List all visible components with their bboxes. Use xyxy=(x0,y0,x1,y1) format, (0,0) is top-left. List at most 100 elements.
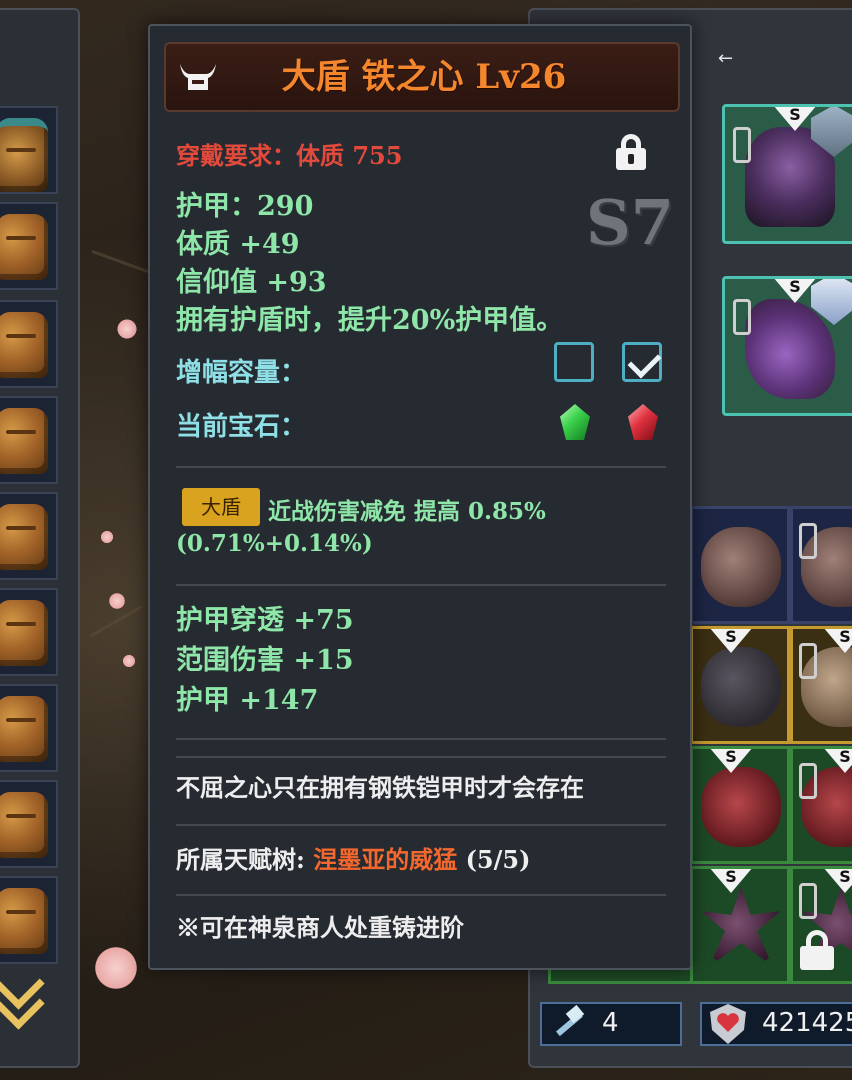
extra-stat: 范围伤害 +15 xyxy=(176,645,354,676)
game-scene: ← S S S S S S S S 4 421425 大盾 铁之心 Lv26 穿… xyxy=(0,0,852,1080)
inventory-panel xyxy=(0,8,80,1068)
divider xyxy=(176,738,666,740)
rank-letter: S xyxy=(839,627,851,646)
chain-link-icon xyxy=(799,643,817,679)
currency-hammer: 4 xyxy=(540,1002,682,1046)
chain-link-icon xyxy=(799,523,817,559)
gems-label: 当前宝石： xyxy=(176,412,307,442)
bag-icon xyxy=(0,792,48,858)
flower-decoration xyxy=(100,530,114,544)
rank-letter: S xyxy=(839,867,851,886)
currency-value: 4 xyxy=(602,1008,619,1038)
requirement-text: 穿戴要求：体质 755 xyxy=(176,141,403,170)
divider xyxy=(176,584,666,586)
bag-icon xyxy=(0,504,48,570)
inventory-slot[interactable] xyxy=(0,396,58,484)
divider xyxy=(176,894,666,896)
flower-decoration xyxy=(116,318,138,340)
grid-slot[interactable]: S xyxy=(790,626,852,744)
chain-link-icon xyxy=(799,883,817,919)
item-tooltip: 大盾 铁之心 Lv26 穿戴要求：体质 755 S7 护甲：290 体质 +49… xyxy=(148,24,692,970)
bag-icon xyxy=(0,696,48,762)
horned-helmet-icon xyxy=(180,64,216,90)
chain-link-icon xyxy=(799,763,817,799)
grid-slot[interactable] xyxy=(690,506,790,624)
floor-crack xyxy=(91,249,149,274)
bag-icon xyxy=(0,888,48,954)
bag-icon xyxy=(0,312,48,378)
talent-prefix: 所属天赋树: xyxy=(176,845,305,874)
inventory-slot[interactable] xyxy=(0,684,58,772)
flower-decoration xyxy=(108,592,126,610)
currency-value: 421425 xyxy=(762,1008,852,1038)
amplify-checkbox-2[interactable] xyxy=(622,342,662,382)
talent-name: 涅墨亚的威猛 xyxy=(313,845,458,874)
back-arrow-icon[interactable]: ← xyxy=(718,48,733,69)
grid-slot[interactable] xyxy=(790,506,852,624)
inventory-slot[interactable] xyxy=(0,300,58,388)
hammer-icon xyxy=(555,1004,585,1037)
divider xyxy=(176,824,666,826)
shield-heart-icon xyxy=(710,1004,746,1044)
rank-letter: S xyxy=(789,105,801,124)
inventory-slot[interactable] xyxy=(0,780,58,868)
chain-link-icon xyxy=(733,299,751,335)
green-gem-icon[interactable] xyxy=(560,404,590,440)
bag-icon xyxy=(0,408,48,474)
rank-letter: S xyxy=(725,627,737,646)
bag-icon xyxy=(0,214,48,280)
base-stat: 信仰值 +93 xyxy=(176,267,327,298)
tier-badge: S7 xyxy=(586,186,674,259)
extra-stat: 护甲穿透 +75 xyxy=(176,605,354,636)
amplify-checkbox-1[interactable] xyxy=(554,342,594,382)
flower-decoration xyxy=(122,654,136,668)
red-gem-icon[interactable] xyxy=(628,404,658,440)
grid-slot[interactable]: S xyxy=(690,626,790,744)
inventory-slot[interactable] xyxy=(0,106,58,194)
base-stat: 护甲：290 xyxy=(176,191,314,222)
divider xyxy=(176,756,666,758)
demon-mask-icon xyxy=(701,767,781,847)
equip-slot-helmet[interactable]: S xyxy=(722,104,852,244)
currency-shield: 421425 xyxy=(700,1002,852,1046)
set-bonus-detail: (0.71%+0.14%) xyxy=(176,530,373,557)
base-stat: 拥有护盾时，提升20%护甲值。 xyxy=(176,305,564,336)
base-stat: 体质 +49 xyxy=(176,229,300,260)
armor-icon xyxy=(701,647,781,727)
spiked-weapon-icon xyxy=(701,887,781,967)
extra-stat: 护甲 +147 xyxy=(176,685,319,716)
inventory-slot[interactable] xyxy=(0,588,58,676)
rank-letter: S xyxy=(725,867,737,886)
chain-link-icon xyxy=(733,127,751,163)
title-bar: 大盾 铁之心 Lv26 xyxy=(164,42,680,112)
amplify-label: 增幅容量： xyxy=(176,358,307,388)
rank-letter: S xyxy=(839,747,851,766)
grid-slot[interactable]: S xyxy=(690,866,790,984)
grid-slot[interactable]: S xyxy=(690,746,790,864)
reforge-note: ※可在神泉商人处重铸进阶 xyxy=(176,913,464,942)
inventory-slot[interactable] xyxy=(0,202,58,290)
lore-text: 不屈之心只在拥有钢铁铠甲时才会存在 xyxy=(176,773,584,802)
rank-letter: S xyxy=(725,747,737,766)
talent-progress: (5/5) xyxy=(465,845,531,874)
bag-icon xyxy=(0,118,48,192)
talent-line: 所属天赋树: 涅墨亚的威猛 (5/5) xyxy=(176,840,530,875)
lock-icon[interactable] xyxy=(616,134,646,170)
flower-decoration xyxy=(92,944,140,992)
divider xyxy=(176,466,666,468)
item-title: 大盾 铁之心 Lv26 xyxy=(281,57,567,97)
inventory-slot[interactable] xyxy=(0,876,58,964)
floor-crack xyxy=(89,605,143,638)
lock-icon xyxy=(800,930,834,970)
grid-slot[interactable]: S xyxy=(790,746,852,864)
bag-icon xyxy=(701,527,781,607)
bag-icon xyxy=(0,600,48,666)
scroll-down-button[interactable] xyxy=(0,957,46,1035)
rank-letter: S xyxy=(789,277,801,296)
currency-bar: 4 421425 xyxy=(536,998,852,1054)
set-tag-badge: 大盾 xyxy=(182,488,260,526)
equip-slot-gloves[interactable]: S xyxy=(722,276,852,416)
set-bonus-text: 近战伤害减免 提高 0.85% xyxy=(268,498,546,525)
checkmark-icon xyxy=(627,344,662,379)
inventory-slot[interactable] xyxy=(0,492,58,580)
